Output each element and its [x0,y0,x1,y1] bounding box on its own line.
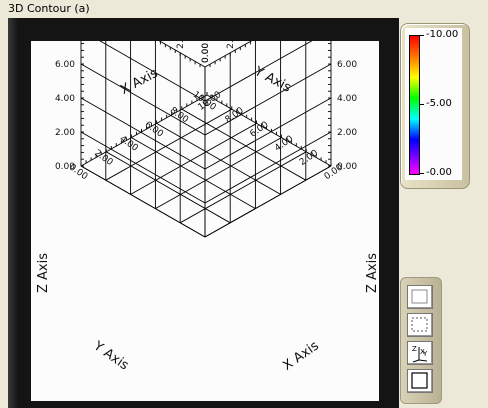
x-tick-label-bottom: 8.00 [224,106,246,126]
cursor-tool-button[interactable] [407,285,433,309]
x-axis-title-bottom: X Axis [280,338,322,373]
y-tick-label: 2.00 [226,41,236,49]
floor-line [130,123,257,195]
reset-view-icon [411,372,428,389]
floor-line [204,165,332,238]
z-tick-label-right: 2.00 [337,128,357,138]
y-tick-label-bottom: 8.00 [168,106,190,126]
graph-title: 3D Contour (a) [8,2,90,15]
frame-shade [8,18,18,408]
3d-plot[interactable]: 0.002.004.006.008.0010.000.002.004.006.0… [31,0,380,401]
plot-area[interactable]: 0.002.004.006.008.0010.000.002.004.006.0… [31,0,380,401]
ramp-tick [419,173,424,174]
y-tick-label-bottom: 4.00 [117,134,139,154]
z-axis-title-right: Z Axis [365,253,379,293]
svg-text:X: X [420,348,425,356]
y-tick-label: 0.00 [201,43,211,63]
x-tick-label-bottom: 2.00 [298,148,320,168]
z-axis-title-left: Z Axis [36,253,51,293]
x-tick-label-bottom: 4.00 [273,134,295,154]
back-right-wall-line [204,131,332,204]
z-tick-label-left: 6.00 [55,60,75,70]
xyz-axes-icon: Z Y X [412,345,428,363]
zoom-tool-button[interactable] [407,313,433,337]
back-right-wall-line [204,0,325,68]
back-left-wall-line [87,0,206,68]
z-tick-label-right: 4.00 [337,94,357,104]
floor-line [131,137,256,209]
reset-view-button[interactable] [407,369,433,393]
floor-line [179,151,307,224]
floor-line [105,151,231,224]
back-left-wall-line [80,131,206,204]
ramp-tick [419,35,424,36]
ramp-label-min[interactable]: -0.00 [426,167,452,179]
z-tick-label-right: 6.00 [337,60,357,70]
floor-line [80,165,206,238]
y-tick-label-bottom: 0.00 [67,163,89,183]
svg-text:Z: Z [412,345,417,353]
ramp-label-mid: -5.00 [426,98,452,109]
z-tick-label-left: 2.00 [55,128,75,138]
ramp-label-max[interactable]: -10.00 [426,29,458,41]
x-axis-title-top: X Axis [118,66,161,98]
y-tick-label-bottom: 2.00 [92,148,114,168]
color-ramp-bar[interactable] [409,35,420,175]
grid [80,0,332,238]
select-icon [411,289,428,304]
y-axis-title-bottom: Y Axis [90,338,132,373]
dotted-zoom-icon [411,317,428,332]
x-tick-label-bottom: 6.00 [248,120,270,140]
y-axis-title-top: Y Axis [251,64,294,96]
rotate-axes-tool-button[interactable]: Z Y X [407,341,433,365]
z-tick-label-left: 4.00 [55,94,75,104]
graph-frame: 0.002.004.006.008.0010.000.002.004.006.0… [8,0,399,408]
y-tick-label-bottom: 6.00 [143,120,165,140]
floor-line [155,137,282,209]
ramp-tick [419,104,424,105]
x-tick-label: 2.00 [176,41,186,49]
